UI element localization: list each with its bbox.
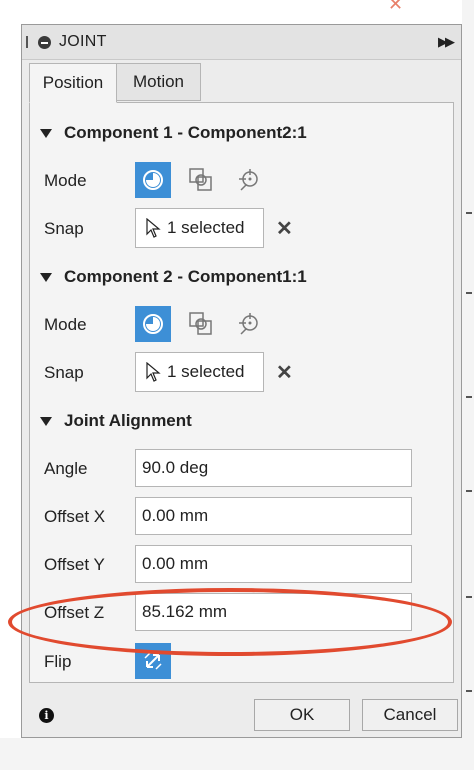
offset-z-input[interactable] bbox=[135, 593, 412, 631]
tab-position[interactable]: Position bbox=[29, 63, 117, 103]
double-chevron-right-icon[interactable]: ▶▶ bbox=[438, 34, 455, 50]
component2-mode-label: Mode bbox=[44, 315, 87, 334]
background-tick bbox=[466, 596, 472, 598]
tab-motion[interactable]: Motion bbox=[116, 63, 201, 101]
mode-between-button[interactable] bbox=[183, 162, 219, 198]
mode-simple-button[interactable] bbox=[135, 306, 171, 342]
alignment-section-header[interactable]: Joint Alignment bbox=[40, 411, 192, 431]
collapse-triangle-icon bbox=[40, 272, 52, 282]
cursor-arrow-icon bbox=[146, 218, 161, 238]
component1-header-label: Component 1 - Component2:1 bbox=[64, 123, 307, 142]
background-tick bbox=[466, 490, 472, 492]
offset-x-input[interactable] bbox=[135, 497, 412, 535]
close-icon[interactable]: ✕ bbox=[276, 216, 293, 241]
dialog-footer: i OK Cancel bbox=[22, 689, 461, 737]
alignment-header-label: Joint Alignment bbox=[64, 411, 192, 430]
mode-simple-button[interactable] bbox=[135, 162, 171, 198]
offset-y-input[interactable] bbox=[135, 545, 412, 583]
info-icon[interactable]: i bbox=[39, 708, 54, 723]
component1-snap-select[interactable]: 1 selected bbox=[135, 208, 264, 248]
offset-y-label: Offset Y bbox=[44, 555, 105, 574]
target-simple-icon bbox=[143, 170, 163, 190]
ok-button[interactable]: OK bbox=[254, 699, 350, 731]
component1-snap-label: Snap bbox=[44, 219, 84, 238]
component1-snap-value: 1 selected bbox=[167, 218, 245, 237]
tab-motion-label: Motion bbox=[132, 72, 185, 91]
background-tick bbox=[466, 212, 472, 214]
between-two-faces-icon bbox=[189, 312, 212, 335]
angle-label: Angle bbox=[44, 459, 88, 478]
component2-section-header[interactable]: Component 2 - Component1:1 bbox=[40, 267, 307, 287]
background-panel-right bbox=[462, 0, 474, 770]
background-tick bbox=[466, 690, 472, 692]
background-tick bbox=[466, 396, 472, 398]
background-mark: ✕ bbox=[388, 0, 404, 14]
angle-input[interactable] bbox=[135, 449, 412, 487]
component2-snap-value: 1 selected bbox=[167, 362, 245, 381]
cursor-arrow-icon bbox=[146, 362, 161, 382]
collapse-triangle-icon bbox=[40, 416, 52, 426]
dialog-title: JOINT bbox=[59, 33, 107, 50]
offset-x-label: Offset X bbox=[44, 507, 106, 526]
minus-circle-icon[interactable] bbox=[38, 36, 51, 49]
tab-position-label: Position bbox=[42, 73, 104, 92]
component1-mode-label: Mode bbox=[44, 171, 87, 190]
drag-handle-icon[interactable] bbox=[26, 36, 28, 48]
between-two-faces-icon bbox=[189, 168, 212, 191]
cancel-button[interactable]: Cancel bbox=[362, 699, 458, 731]
position-panel: Component 1 - Component2:1 Mode Snap 1 s… bbox=[29, 102, 454, 683]
collapse-triangle-icon bbox=[40, 128, 52, 138]
flip-label: Flip bbox=[44, 652, 72, 671]
flip-arrows-icon bbox=[144, 652, 162, 670]
component2-snap-label: Snap bbox=[44, 363, 84, 382]
center-point-icon bbox=[239, 313, 258, 335]
mode-between-button[interactable] bbox=[183, 306, 219, 342]
mode-center-button[interactable] bbox=[231, 162, 267, 198]
flip-button[interactable] bbox=[135, 643, 171, 679]
dialog-titlebar[interactable]: JOINT ▶▶ bbox=[22, 25, 461, 60]
close-icon[interactable]: ✕ bbox=[276, 360, 293, 385]
joint-dialog: JOINT ▶▶ Position Motion Component 1 - C… bbox=[21, 24, 462, 738]
component2-snap-select[interactable]: 1 selected bbox=[135, 352, 264, 392]
center-point-icon bbox=[239, 169, 258, 191]
offset-z-label: Offset Z bbox=[44, 603, 105, 622]
component1-section-header[interactable]: Component 1 - Component2:1 bbox=[40, 123, 307, 143]
component2-header-label: Component 2 - Component1:1 bbox=[64, 267, 307, 286]
background-tick bbox=[466, 292, 472, 294]
mode-center-button[interactable] bbox=[231, 306, 267, 342]
background-panel-bottom bbox=[0, 738, 474, 770]
target-simple-icon bbox=[143, 314, 163, 334]
